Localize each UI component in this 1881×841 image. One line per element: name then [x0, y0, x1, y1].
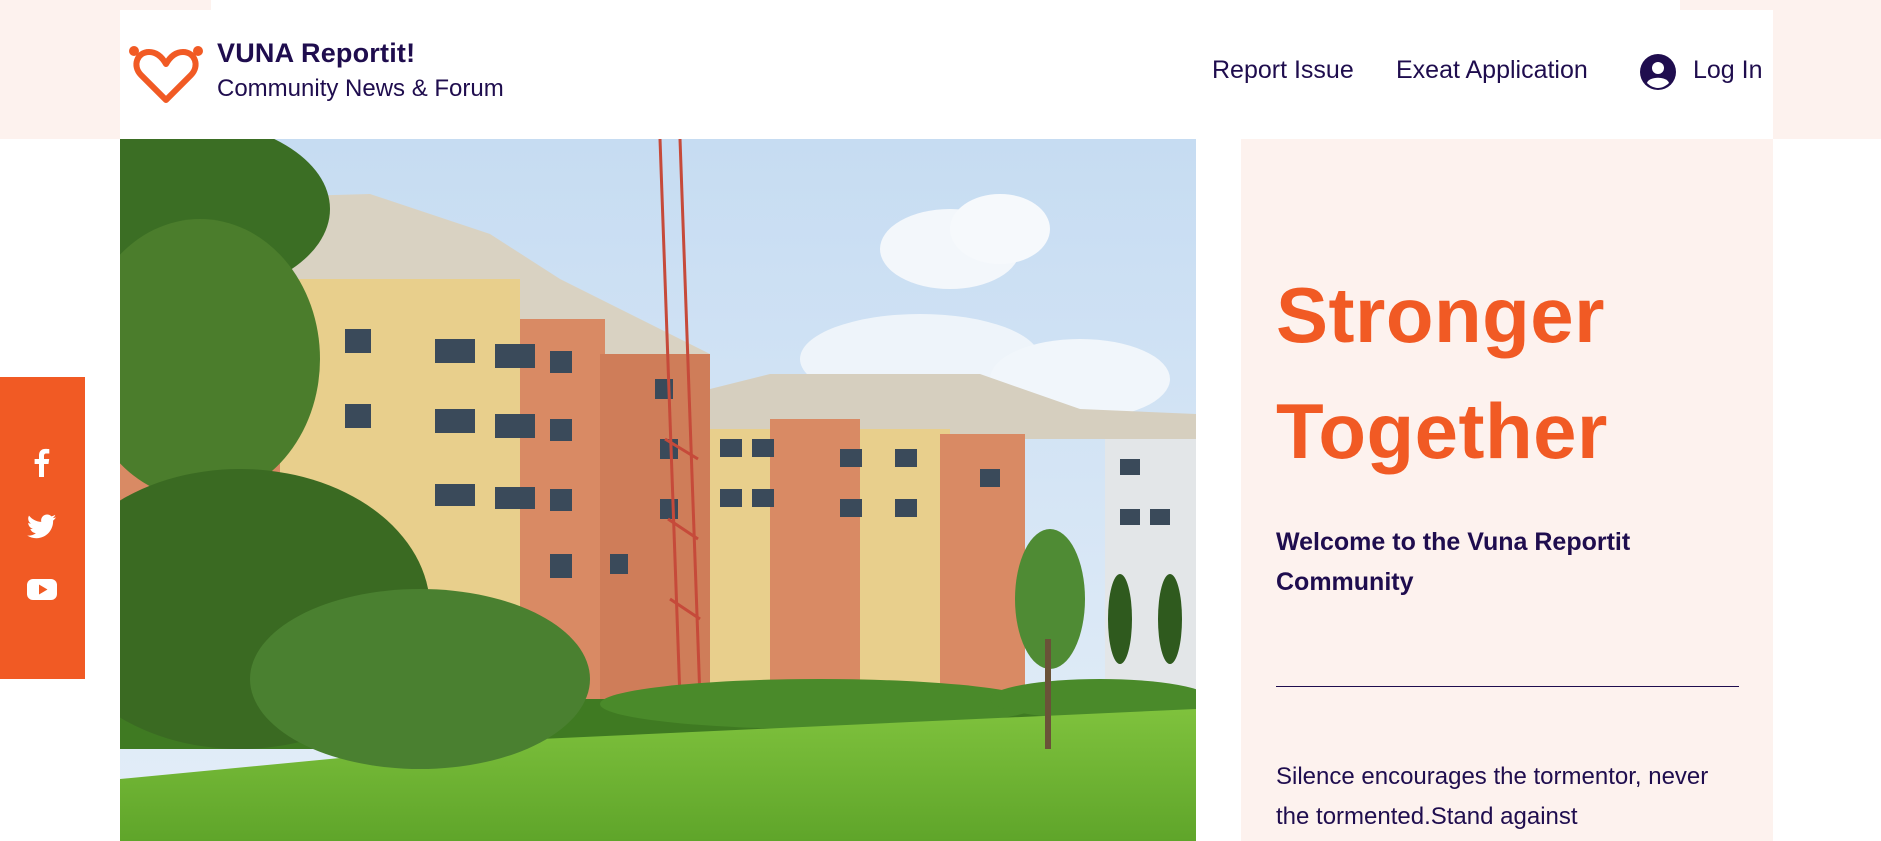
divider [1276, 686, 1739, 687]
campus-buildings-photo [120, 139, 1196, 841]
welcome-heading: Welcome to the Vuna Reportit Community [1276, 528, 1631, 596]
youtube-icon[interactable] [26, 573, 58, 605]
hero-headline: Stronger Together [1276, 257, 1756, 489]
user-avatar-icon [1640, 54, 1676, 90]
nav-exeat-application[interactable]: Exeat Application [1396, 56, 1588, 85]
nav-report-issue[interactable]: Report Issue [1212, 56, 1354, 85]
hero-body-text: Silence encourages the tormentor, never … [1276, 763, 1709, 830]
hero-headline-line2: Together [1276, 387, 1608, 475]
social-bar [0, 377, 85, 679]
twitter-icon[interactable] [26, 510, 58, 542]
hero-text-panel: Stronger Together Welcome to the Vuna Re… [1241, 139, 1773, 841]
hero-headline-line1: Stronger [1276, 271, 1606, 359]
site-title[interactable]: VUNA Reportit! [217, 38, 415, 69]
site-tagline: Community News & Forum [217, 75, 504, 102]
login-label: Log In [1693, 56, 1763, 84]
facebook-icon[interactable] [26, 447, 58, 479]
heart-icon[interactable] [128, 44, 204, 106]
site-header: VUNA Reportit! Community News & Forum Re… [120, 10, 1773, 139]
